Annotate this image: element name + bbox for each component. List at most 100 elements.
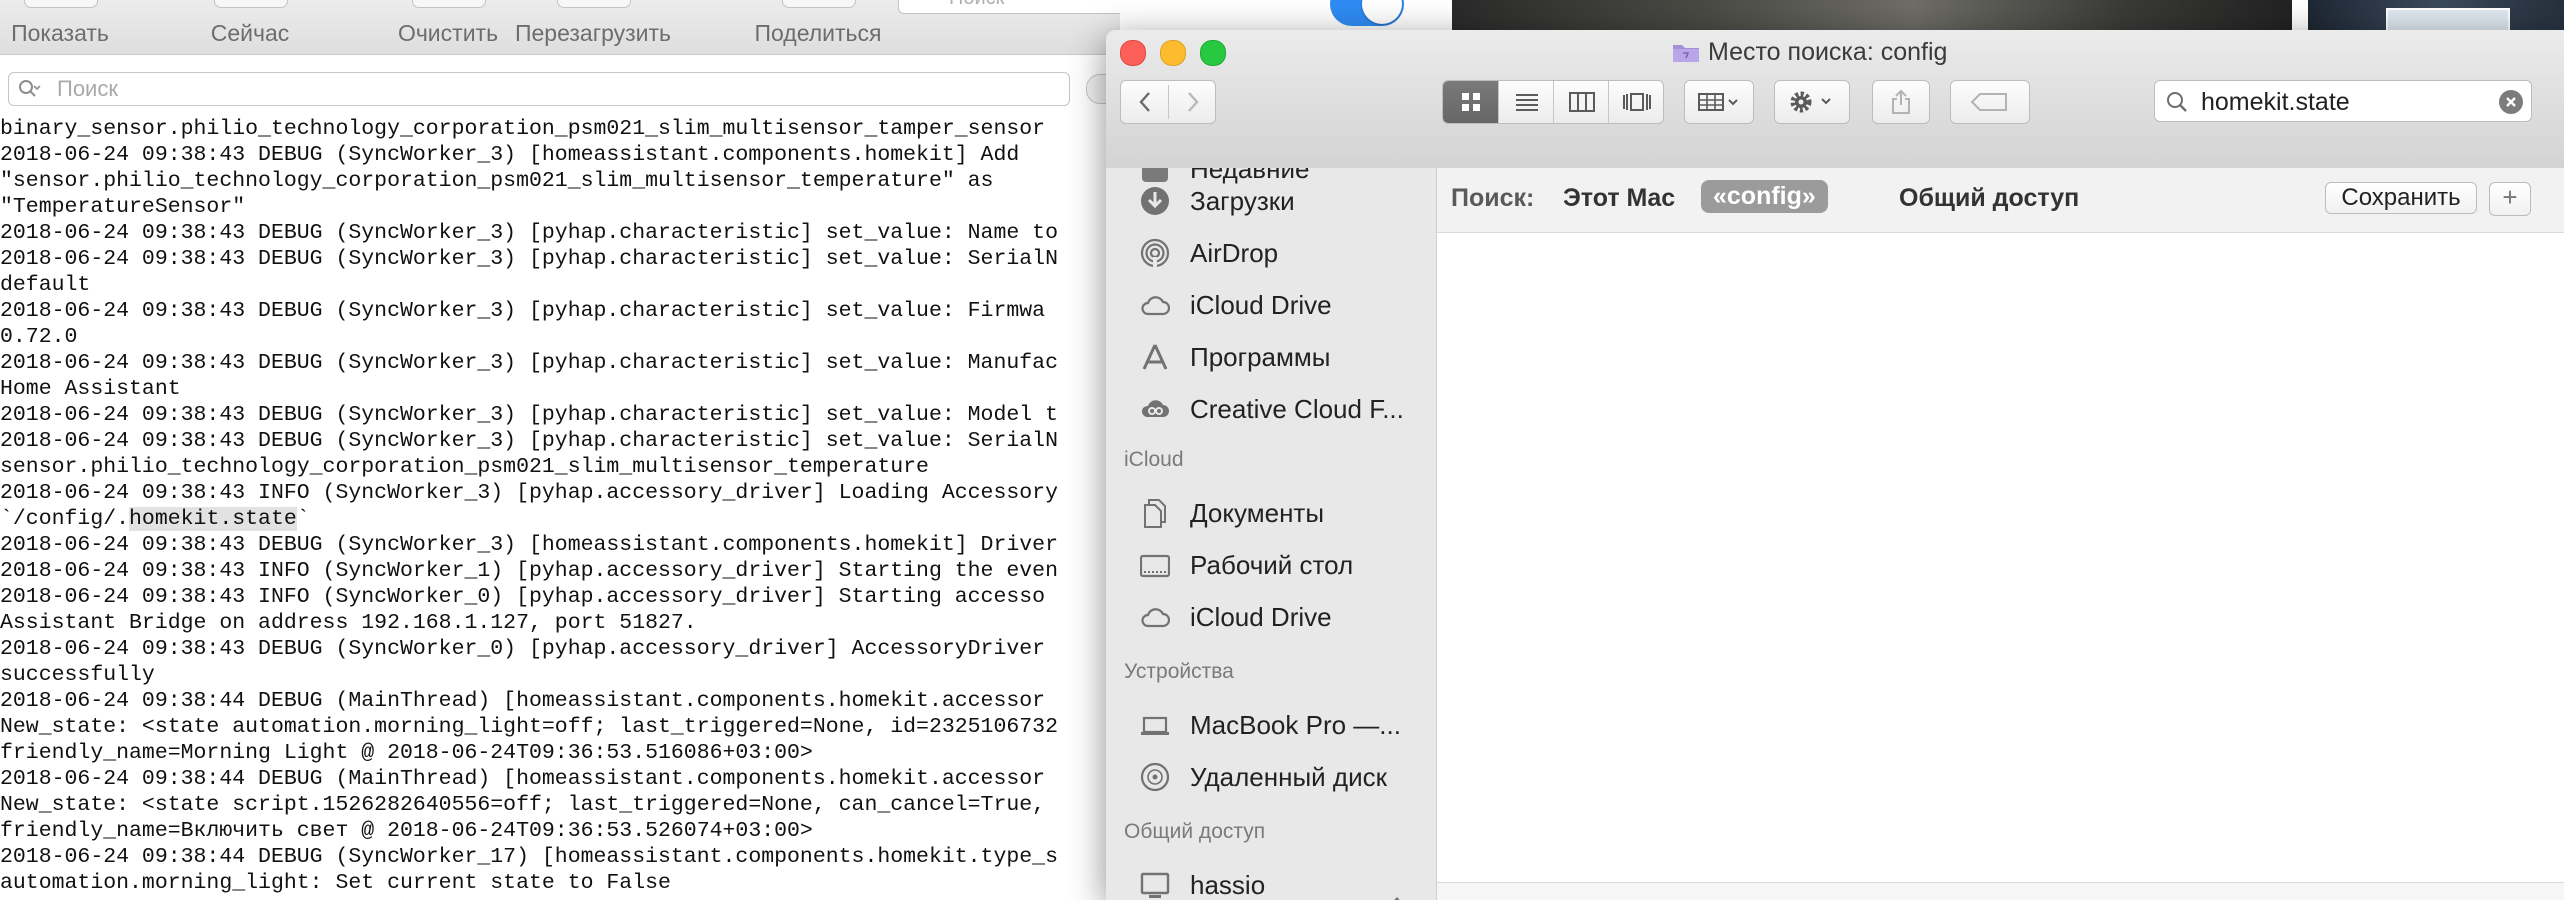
- toggle-switch[interactable]: [1330, 0, 1404, 26]
- console-log: binary_sensor.philio_technology_corporat…: [0, 116, 1120, 896]
- show-button[interactable]: Показать: [0, 0, 120, 54]
- log-line: "TemperatureSensor": [0, 195, 246, 219]
- log-line: Home Assistant: [0, 377, 181, 401]
- sidebar-item-creative-cloud[interactable]: Creative Cloud F...: [1106, 382, 1436, 434]
- now-button[interactable]: Сейчас: [196, 0, 304, 54]
- finder-titlebar: Место поиска: config: [1106, 30, 2564, 169]
- log-line: default: [0, 273, 91, 297]
- applications-icon: [1142, 344, 1168, 370]
- log-line: sensor.philio_technology_corporation_psm…: [0, 455, 929, 479]
- log-line: 0.72.0: [0, 325, 78, 349]
- log-line: 2018-06-24 09:38:43 DEBUG (SyncWorker_3)…: [0, 247, 1058, 271]
- log-line: "sensor.philio_technology_corporation_ps…: [0, 169, 994, 193]
- share-button[interactable]: [1872, 80, 1930, 124]
- list-icon: [1515, 94, 1538, 111]
- log-line: 2018-06-24 09:38:43 INFO (SyncWorker_3) …: [0, 481, 1058, 505]
- creative-cloud-icon: [1141, 400, 1169, 417]
- log-line: binary_sensor.philio_technology_corporat…: [0, 117, 1046, 141]
- server-icon: [1140, 872, 1170, 898]
- cloud-icon: [1141, 608, 1170, 628]
- column-view-button[interactable]: [1553, 81, 1609, 123]
- add-criteria-button[interactable]: +: [2489, 182, 2531, 216]
- columns-icon: [1568, 92, 1595, 112]
- tags-button[interactable]: [1950, 80, 2030, 124]
- sidebar-heading-shared: Общий доступ: [1124, 820, 1266, 843]
- clear-button[interactable]: Очистить: [390, 0, 506, 54]
- toolbar-search-field[interactable]: Поиск: [898, 0, 1120, 14]
- console-filter-input[interactable]: [55, 76, 1049, 102]
- sidebar-item-airdrop[interactable]: AirDrop: [1106, 226, 1436, 278]
- sidebar-item-downloads[interactable]: Загрузки: [1106, 174, 1436, 226]
- log-line: 2018-06-24 09:38:43 DEBUG (SyncWorker_3)…: [0, 533, 1058, 557]
- log-line: 2018-06-24 09:38:43 DEBUG (SyncWorker_3)…: [0, 429, 1058, 453]
- airdrop-icon: [1140, 238, 1170, 268]
- icon-view-button[interactable]: [1443, 81, 1498, 123]
- group-icon: [1698, 93, 1738, 111]
- sidebar-item-desktop[interactable]: Рабочий стол: [1106, 538, 1436, 590]
- list-view-button[interactable]: [1498, 81, 1554, 123]
- search-icon: [19, 80, 41, 97]
- sidebar-heading-devices: Устройства: [1124, 660, 1234, 683]
- view-mode-buttons: [1442, 80, 1664, 124]
- sidebar-item-applications[interactable]: Программы: [1106, 330, 1436, 382]
- log-line: friendly_name=Включить свет @ 2018-06-24…: [0, 819, 813, 843]
- finder-search-field[interactable]: [2154, 80, 2532, 122]
- search-scope-bar: Поиск: Этот Mac «config» Общий доступ Со…: [1437, 168, 2564, 233]
- background-photo: [1452, 0, 2292, 34]
- window-title: Место поиска: config: [1672, 38, 1947, 68]
- eject-icon[interactable]: [1386, 896, 1408, 900]
- log-line: 2018-06-24 09:38:44 DEBUG (SyncWorker_17…: [0, 845, 1058, 869]
- finder-window: Место поиска: config homekit.state Недав…: [1106, 30, 2564, 900]
- navigation-buttons: [1120, 80, 1216, 124]
- action-menu-button[interactable]: [1774, 80, 1850, 124]
- log-line: `/config/.homekit.state`: [0, 507, 310, 531]
- log-line: New_state: <state script.1526282640556=o…: [0, 793, 1058, 817]
- finder-search-input[interactable]: [2199, 87, 2503, 117]
- log-line: 2018-06-24 09:38:43 DEBUG (SyncWorker_3)…: [0, 351, 1058, 375]
- log-line: automation.morning_light: Set current st…: [0, 871, 671, 895]
- log-line: 2018-06-24 09:38:43 INFO (SyncWorker_0) …: [0, 585, 1046, 609]
- laptop-icon: [1141, 716, 1169, 735]
- remote-disc-icon: [1140, 762, 1170, 792]
- clear-search-icon[interactable]: [2499, 90, 2523, 114]
- documents-icon: [1144, 499, 1166, 528]
- search-results-area[interactable]: [1437, 233, 2564, 883]
- smart-folder-icon: [1673, 45, 1699, 62]
- log-line: successfully: [0, 663, 155, 687]
- log-line: 2018-06-24 09:38:43 INFO (SyncWorker_1) …: [0, 559, 1058, 583]
- log-line: New_state: <state automation.morning_lig…: [0, 715, 1058, 739]
- background-photo-thumbnail: [2308, 0, 2564, 38]
- forward-button[interactable]: [1169, 81, 1216, 123]
- zoom-window-button[interactable]: [1200, 40, 1226, 66]
- log-line: 2018-06-24 09:38:43 DEBUG (SyncWorker_3)…: [0, 403, 1058, 427]
- finder-sidebar: Недавние Загрузки AirDrop iCloud Drive П…: [1106, 168, 1437, 900]
- console-filter-field[interactable]: [8, 72, 1070, 106]
- save-search-button[interactable]: Сохранить: [2325, 182, 2477, 214]
- sidebar-item-macbook[interactable]: MacBook Pro —...: [1106, 698, 1436, 750]
- minimize-window-button[interactable]: [1160, 40, 1186, 66]
- scope-this-mac[interactable]: Этот Mac: [1563, 184, 1675, 213]
- sidebar-item-remote-disc[interactable]: Удаленный диск: [1106, 750, 1436, 802]
- log-line: 2018-06-24 09:38:44 DEBUG (MainThread) […: [0, 689, 1046, 713]
- scope-shared[interactable]: Общий доступ: [1899, 184, 2079, 213]
- log-line: 2018-06-24 09:38:43 DEBUG (SyncWorker_0)…: [0, 637, 1046, 661]
- path-bar: [1437, 882, 2564, 900]
- share-button[interactable]: Поделиться: [752, 0, 884, 54]
- desktop-icon: [1140, 554, 1170, 578]
- close-window-button[interactable]: [1120, 40, 1146, 66]
- sidebar-item-icloud-drive[interactable]: iCloud Drive: [1106, 278, 1436, 330]
- sidebar-item-icloud-drive-2[interactable]: iCloud Drive: [1106, 590, 1436, 642]
- back-button[interactable]: [1121, 81, 1168, 123]
- gallery-view-button[interactable]: [1608, 81, 1663, 123]
- sidebar-item-hassio[interactable]: hassio: [1106, 858, 1436, 900]
- tag-icon: [1970, 93, 2007, 111]
- cover-flow-icon: [1622, 93, 1651, 111]
- scope-config[interactable]: «config»: [1701, 180, 1828, 213]
- scope-label: Поиск:: [1451, 184, 1535, 212]
- reload-button[interactable]: Перезагрузить: [510, 0, 676, 54]
- sidebar-item-documents[interactable]: Документы: [1106, 486, 1436, 538]
- console-window: Показать Сейчас Очистить Перезагрузить П…: [0, 0, 1120, 900]
- search-icon: [2167, 92, 2187, 112]
- group-by-button[interactable]: [1684, 80, 1754, 124]
- log-line: 2018-06-24 09:38:44 DEBUG (MainThread) […: [0, 767, 1046, 791]
